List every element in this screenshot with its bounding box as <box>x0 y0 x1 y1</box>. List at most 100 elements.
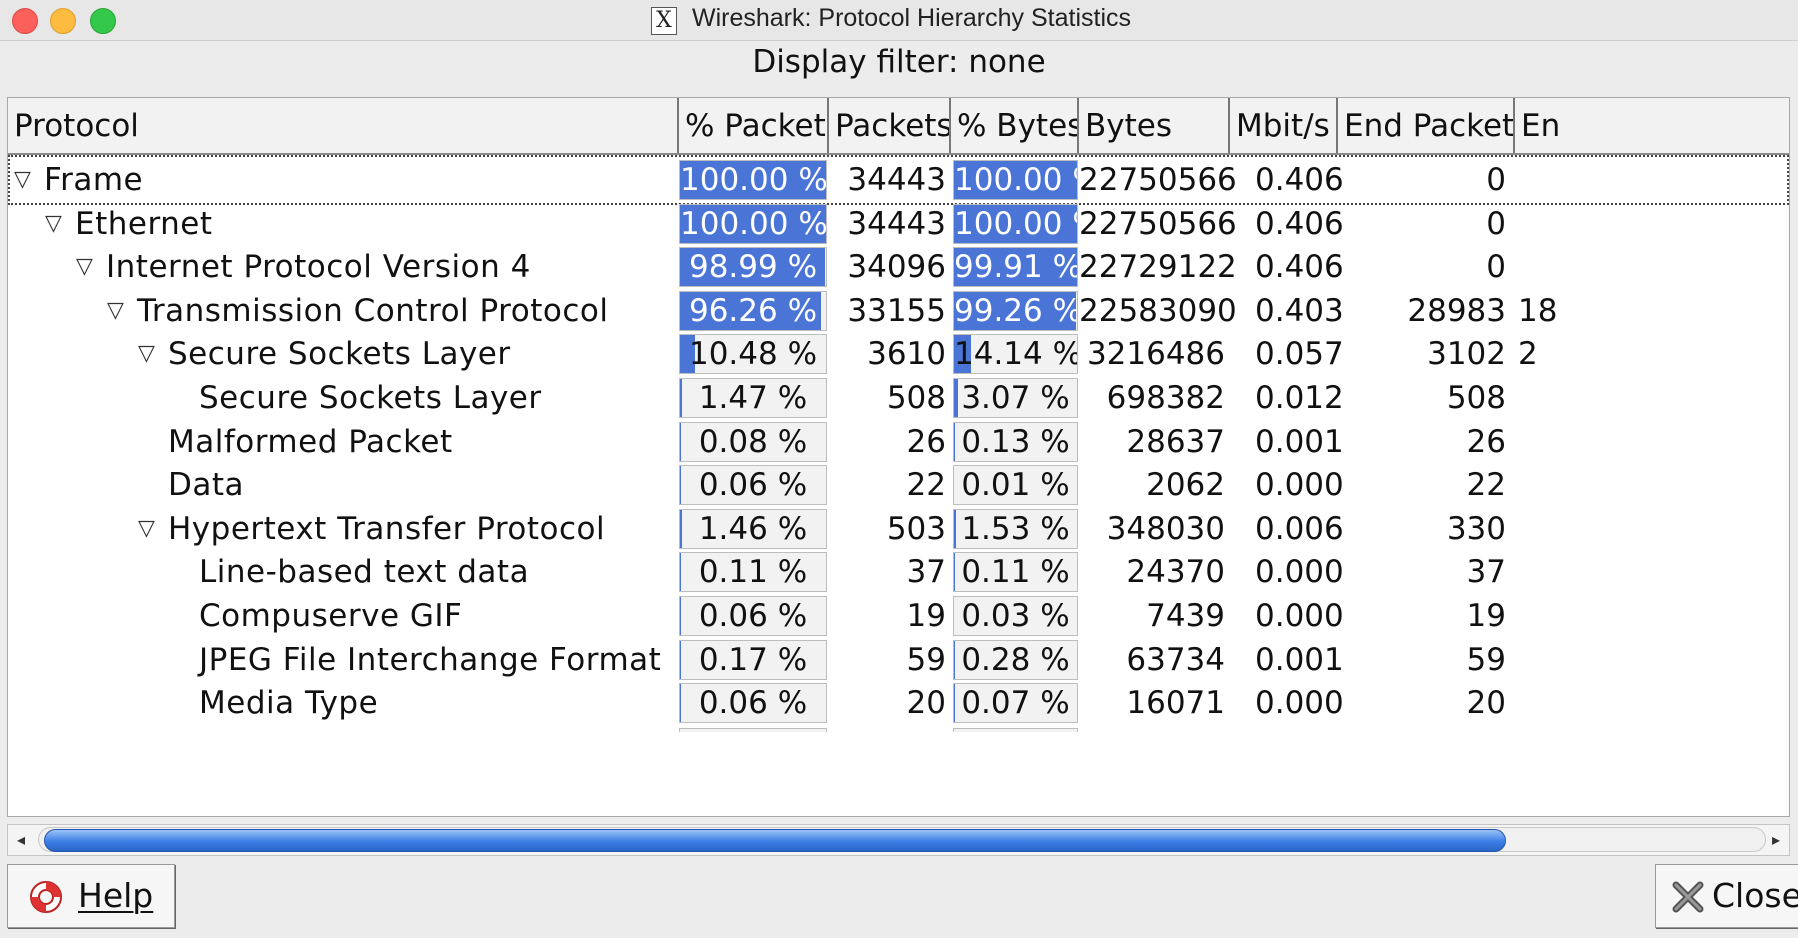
close-window-button[interactable] <box>12 8 38 34</box>
triangle-down-icon[interactable]: ▽ <box>14 155 40 205</box>
protocol-name: Malformed Packet <box>168 423 453 460</box>
pct-packets-value: 0.06 % <box>698 467 808 504</box>
table-row[interactable]: ▽ Transmission Control Protocol 96.26 % 3… <box>8 286 1789 336</box>
packets-value: 508 <box>886 380 946 416</box>
help-button[interactable]: Help <box>7 864 175 928</box>
packets-value: 22 <box>906 467 946 504</box>
table-row[interactable]: ▽ Secure Sockets Layer 10.48 % 3610 14.14… <box>8 329 1789 379</box>
triangle-down-icon[interactable]: ▽ <box>107 286 133 336</box>
scroll-right-arrow-icon[interactable]: ▸ <box>1765 827 1787 853</box>
mbits-value: 0.012 <box>1255 380 1344 416</box>
end-packets-value: 22 <box>1466 467 1506 504</box>
table-row[interactable]: Compuserve GIF 0.06 % 19 0.03 % 7439 0.00… <box>8 591 1789 641</box>
triangle-down-icon[interactable]: ▽ <box>138 504 164 554</box>
table-row[interactable]: ▽ Hypertext Transfer Protocol 1.46 % 503 … <box>8 504 1789 554</box>
bytes-value: 22583090 <box>1079 292 1237 329</box>
end-bytes-value <box>1518 460 1578 510</box>
pct-bytes-bar: 1.53 % <box>953 508 1078 549</box>
table-row[interactable]: Media Type 0.06 % 20 0.07 % 16071 0.000 20 <box>8 678 1789 728</box>
window-title: Wireshark: Protocol Hierarchy Statistics <box>692 4 1132 32</box>
scroll-thumb[interactable] <box>44 829 1506 852</box>
pct-bytes-value: 100.00 % <box>954 162 1077 198</box>
end-packets-value: 37 <box>1466 554 1506 591</box>
pct-packets-bar: 96.26 % <box>679 290 827 331</box>
end-bytes-value <box>1518 373 1578 423</box>
protocol-name: JPEG File Interchange Format <box>199 641 662 678</box>
pct-packets-value: 0.06 % <box>698 598 808 634</box>
pct-bytes-value: 99.26 % <box>954 292 1078 329</box>
display-filter-label: Display filter: none <box>752 44 1046 80</box>
bytes-value: 3216486 <box>1086 336 1225 373</box>
mbits-value: 0.403 <box>1255 292 1344 329</box>
end-bytes-value <box>1518 678 1578 728</box>
pct-packets-value: 98.99 % <box>688 249 818 286</box>
triangle-down-icon[interactable]: ▽ <box>138 329 164 379</box>
table-row[interactable]: ▽ Internet Protocol Version 4 98.99 % 340… <box>8 242 1789 292</box>
end-bytes-value <box>1518 242 1578 292</box>
pct-bytes-bar: 0.03 % <box>953 596 1078 636</box>
table-row[interactable]: Malformed Packet 0.08 % 26 0.13 % 28637 0… <box>8 417 1789 467</box>
end-bytes-value <box>1518 417 1578 467</box>
close-button[interactable]: Close <box>1655 864 1798 928</box>
column-header-packets[interactable]: Packets <box>829 98 951 153</box>
pct-bytes-value: 0.03 % <box>961 598 1070 634</box>
end-bytes-value <box>1518 199 1578 249</box>
mbits-value: 0.000 <box>1255 598 1344 634</box>
packets-value: 34096 <box>847 249 946 286</box>
table-row[interactable]: ▽Ethernet 100.00 % 34443 100.00 % 227505… <box>8 199 1789 249</box>
column-header-bytes[interactable]: Bytes <box>1079 98 1230 153</box>
pct-packets-value: 0.11 % <box>698 554 808 591</box>
close-x-icon <box>1672 881 1704 913</box>
end-bytes-value <box>1518 504 1578 554</box>
triangle-down-icon[interactable]: ▽ <box>45 199 71 249</box>
zoom-window-button[interactable] <box>90 8 116 34</box>
mbits-value: 0.406 <box>1255 162 1344 198</box>
mbits-value: 0.000 <box>1255 685 1344 722</box>
table-row[interactable]: ▽Frame 100.00 % 34443 100.00 % 22750566 0… <box>8 155 1789 205</box>
pct-bytes-value: 0.13 % <box>961 423 1070 460</box>
column-header-mbits[interactable]: Mbit/s <box>1230 98 1338 153</box>
horizontal-scrollbar[interactable]: ◂ ▸ <box>7 824 1790 856</box>
protocol-name: Frame <box>44 162 144 198</box>
packets-value: 20 <box>906 685 946 722</box>
table-row[interactable]: JPEG File Interchange Format 0.17 % 59 0… <box>8 635 1789 685</box>
pct-bytes-value: 1.53 % <box>961 510 1070 547</box>
pct-bytes-value: 0.07 % <box>961 685 1070 722</box>
mbits-value: 0.006 <box>1255 510 1344 547</box>
pct-bytes-value: 3.07 % <box>961 380 1070 416</box>
table-row-partial[interactable] <box>8 722 1789 732</box>
pct-bytes-bar: 0.28 % <box>953 639 1078 680</box>
pct-packets-bar: 98.99 % <box>679 247 827 288</box>
column-header-pct-bytes[interactable]: % Bytes <box>951 98 1079 153</box>
bytes-value: 16071 <box>1126 685 1225 722</box>
scroll-left-arrow-icon[interactable]: ◂ <box>10 827 32 853</box>
end-packets-value: 26 <box>1466 423 1506 460</box>
pct-packets-value: 1.46 % <box>698 510 808 547</box>
pct-bytes-bar: 99.26 % <box>953 290 1078 331</box>
table-row[interactable]: Data 0.06 % 22 0.01 % 2062 0.000 22 <box>8 460 1789 510</box>
pct-packets-bar: 10.48 % <box>679 334 827 375</box>
protocol-name: Internet Protocol Version 4 <box>106 249 531 286</box>
mbits-value: 0.000 <box>1255 554 1344 591</box>
pct-bytes-bar: 99.91 % <box>953 247 1078 288</box>
pct-packets-value: 10.48 % <box>688 336 818 373</box>
protocol-name: Compuserve GIF <box>199 598 463 634</box>
minimize-window-button[interactable] <box>50 8 76 34</box>
column-header-end-packets[interactable]: End Packets <box>1338 98 1515 153</box>
pct-packets-bar: 0.17 % <box>679 639 827 680</box>
column-header-protocol[interactable]: Protocol <box>8 98 679 153</box>
end-packets-value: 0 <box>1486 205 1506 242</box>
packets-value: 34443 <box>847 162 946 198</box>
protocol-name: Media Type <box>199 685 379 722</box>
table-row[interactable]: Secure Sockets Layer 1.47 % 508 3.07 % 6… <box>8 373 1789 423</box>
column-header-end-bytes[interactable]: En <box>1515 98 1789 153</box>
column-header-pct-packets[interactable]: % Packets <box>679 98 829 153</box>
bytes-value: 348030 <box>1106 510 1225 547</box>
pct-packets-value: 100.00 % <box>680 162 827 198</box>
mbits-value: 0.001 <box>1255 641 1344 678</box>
triangle-down-icon[interactable]: ▽ <box>76 242 102 292</box>
table-row[interactable]: Line-based text data 0.11 % 37 0.11 % 24… <box>8 547 1789 597</box>
lifebuoy-icon <box>30 881 62 913</box>
end-bytes-value <box>1518 591 1578 641</box>
pct-bytes-value: 14.14 % <box>954 336 1078 373</box>
